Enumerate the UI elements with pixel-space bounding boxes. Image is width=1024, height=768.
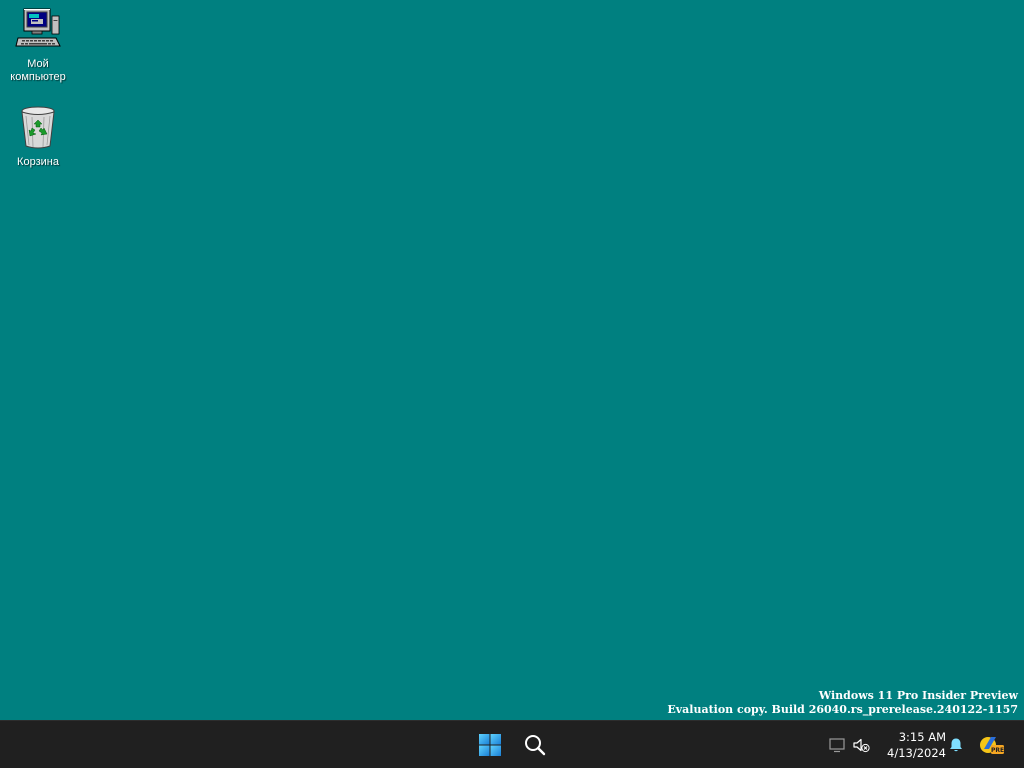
volume-button[interactable] [851,735,871,755]
desktop[interactable]: Мой компьютер Корзина Windows 11 Pro Ins… [0,0,1024,720]
my-computer-icon [15,8,61,47]
notifications-button[interactable] [946,735,966,755]
insider-pre-icon: PRE [980,737,1004,754]
taskbar: 3:15 AM 4/13/2024 PRE [0,720,1024,768]
evaluation-watermark: Windows 11 Pro Insider Preview Evaluatio… [667,689,1018,717]
desktop-icon-label: Мой компьютер [10,58,66,83]
clock-date: 4/13/2024 [887,746,946,760]
watermark-line-build: Evaluation copy. Build 26040.rs_prerelea… [667,703,1018,716]
clock[interactable]: 3:15 AM 4/13/2024 [876,729,946,761]
bell-icon [950,738,962,752]
desktop-icon-label: Корзина [17,156,59,168]
insider-badge-text: PRE [991,747,1004,754]
search-icon [525,735,546,756]
windows-start-icon [479,734,501,756]
recycle-bin-icon [21,106,55,149]
desktop-icon-my-computer[interactable]: Мой компьютер [0,6,76,84]
volume-muted-icon [853,738,870,753]
network-status-button[interactable] [827,735,847,755]
search-button[interactable] [517,727,553,763]
watermark-line-edition: Windows 11 Pro Insider Preview [818,689,1018,702]
clock-time: 3:15 AM [898,730,946,744]
desktop-icon-recycle-bin[interactable]: Корзина [0,104,76,169]
network-disconnected-icon [829,738,845,753]
insider-preview-badge[interactable]: PRE [979,733,1005,757]
start-button[interactable] [472,727,508,763]
